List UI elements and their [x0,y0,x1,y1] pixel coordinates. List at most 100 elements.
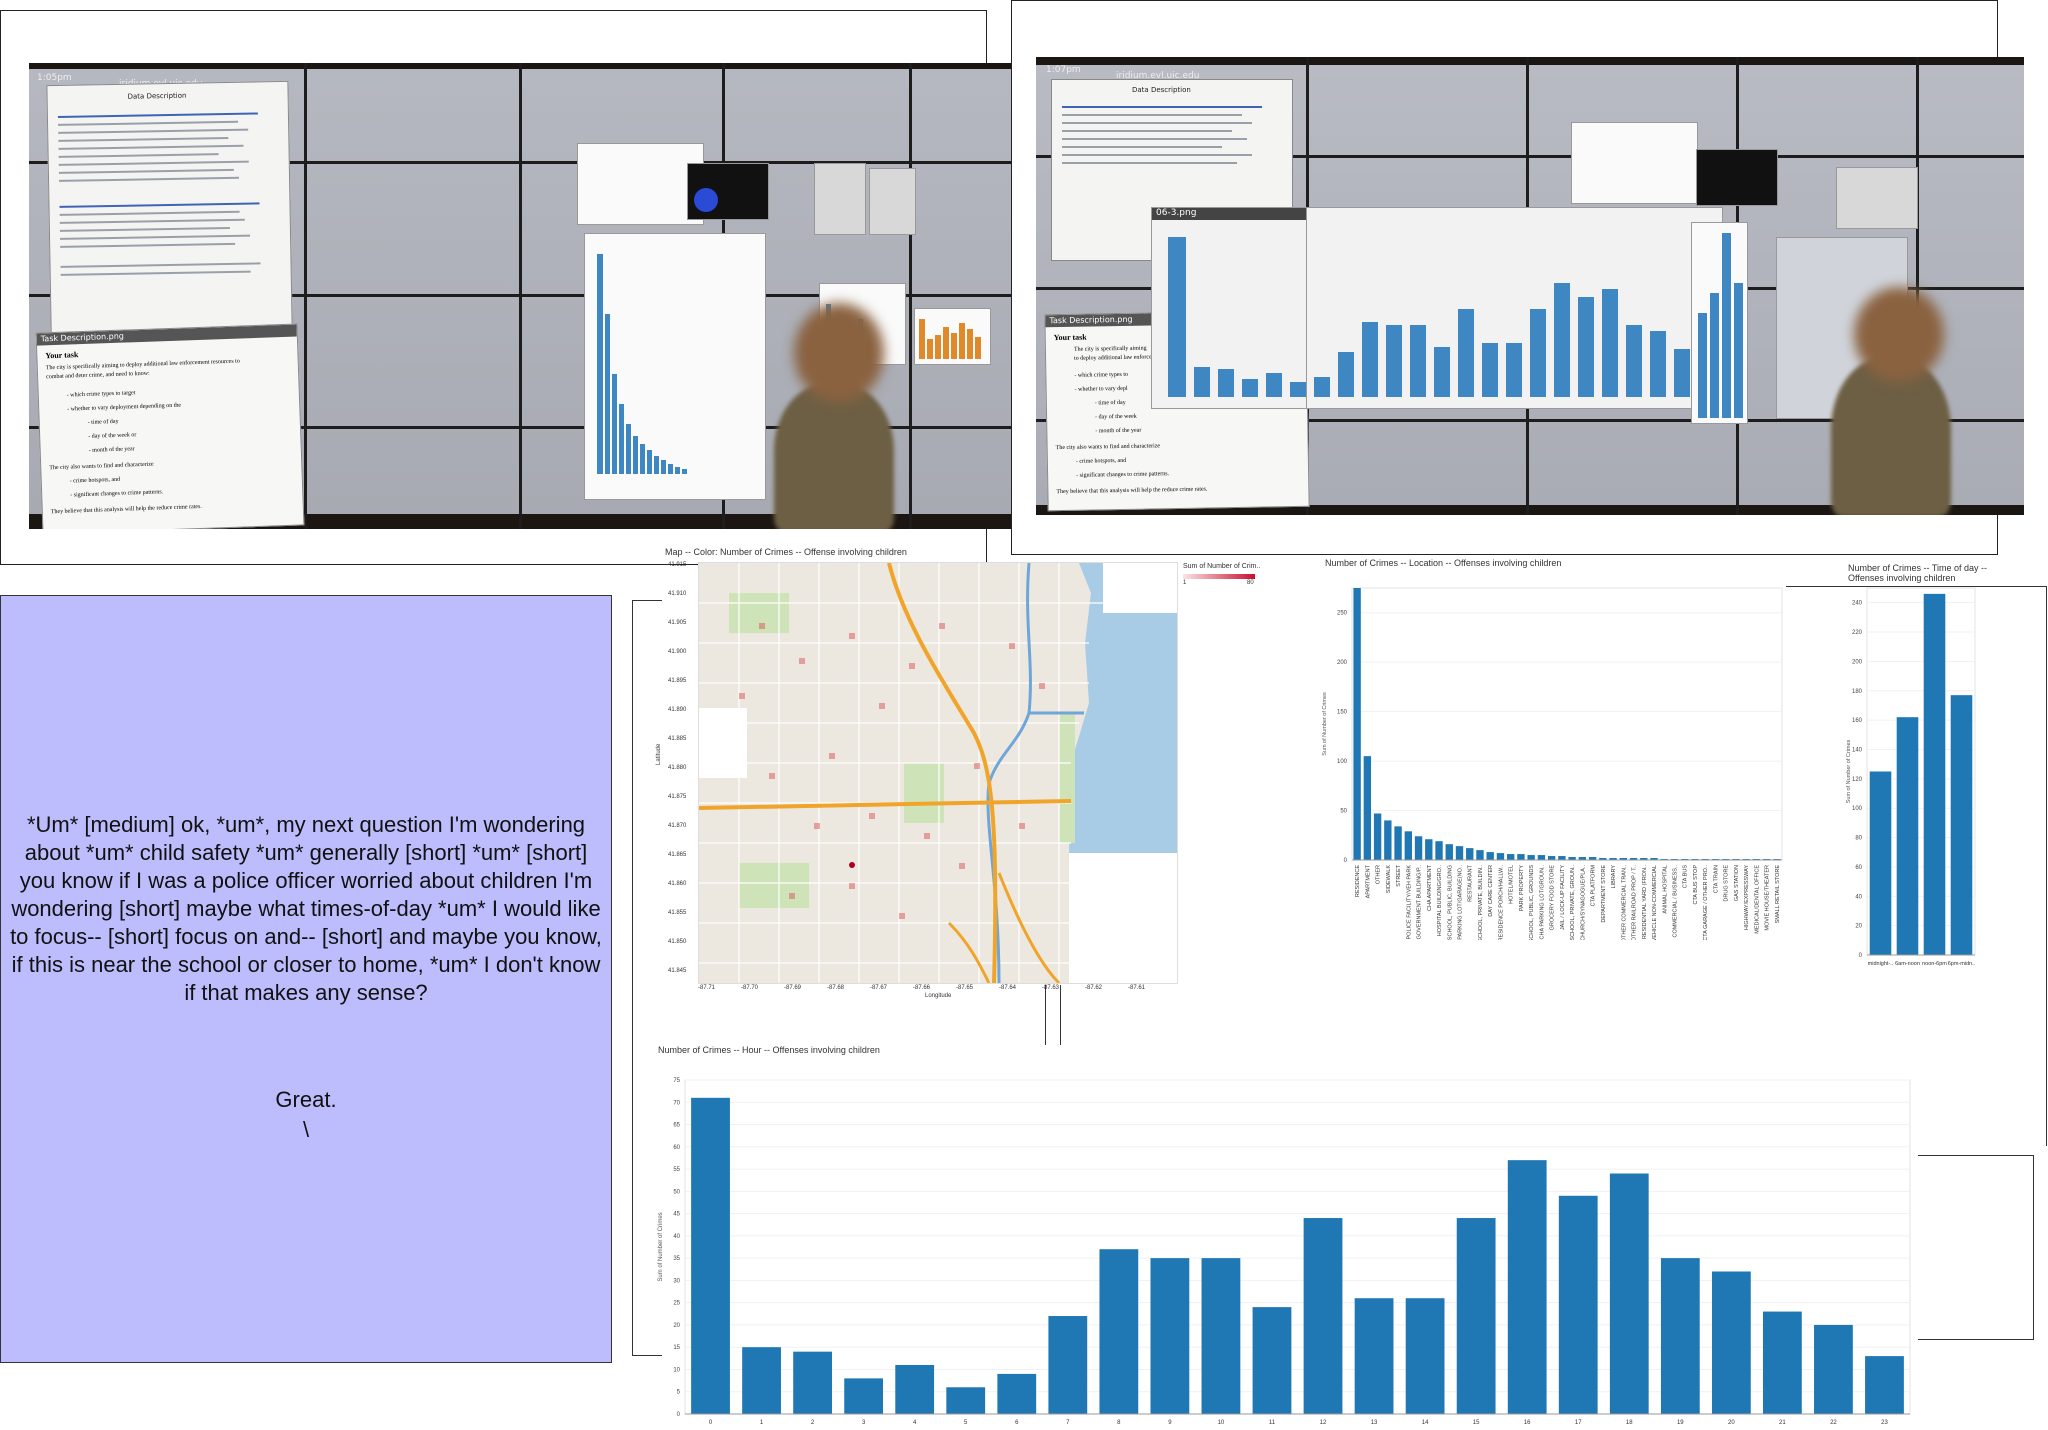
bar-18[interactable] [1609,1173,1649,1414]
y-tick-label: 60 [1855,865,1862,871]
map-ylabel: Latitude [656,743,662,765]
x-tick-label: 9 [1168,1420,1172,1426]
x-tick-label: JAIL / LOCK-UP FACILITY [1560,865,1566,930]
bar-14[interactable] [1405,1298,1445,1414]
transcript-answer: Great. [275,1087,337,1112]
bar-21[interactable] [1763,1311,1802,1414]
questions-panel [1571,122,1698,204]
x-tick-label: 3 [862,1420,866,1426]
x-tick-label: HOSPITAL BUILDING/GRO.. [1437,865,1443,937]
bar-GROCERY FOOD STORE[interactable] [1547,856,1556,860]
y-tick-label: 80 [1855,836,1862,842]
photo-display-wall-left: 1:05pm iridium.evl.uic.edu Data Descript… [29,63,1013,529]
bar-RESIDENCE[interactable] [1353,588,1361,860]
bar-SCHOOL, PRIVATE, BUILDIN..[interactable] [1476,850,1484,860]
connector-frame [632,600,633,1355]
bar-17[interactable] [1558,1195,1598,1414]
bar-8[interactable] [1099,1249,1139,1414]
bar-OTHER[interactable] [1373,813,1382,860]
bar-16[interactable] [1507,1160,1547,1414]
bar-13[interactable] [1354,1298,1394,1414]
bar-10[interactable] [1201,1258,1241,1414]
bar-4[interactable] [895,1365,935,1414]
x-tick-label: CTA PLATFORM [1591,865,1597,907]
x-tick-label: STREET [1396,864,1402,886]
bar-6pm-midn..[interactable] [1950,695,1973,955]
bar-2[interactable] [793,1351,832,1414]
x-tick-label: 8 [1117,1420,1121,1426]
x-tick-label: OTHER COMMERCIAL TRAN.. [1621,865,1627,940]
bar-PARKING LOT/GARAGE(NO..[interactable] [1455,846,1464,860]
bar-midnight-..[interactable] [1869,771,1892,956]
bar-noon-6pm[interactable] [1923,593,1946,955]
bar-HOSPITAL BUILDING/GRO..[interactable] [1435,841,1443,860]
x-tick-label: DEPARTMENT STORE [1601,865,1607,923]
y-tick-label: 5 [677,1390,681,1396]
y-axis-label: Sum of Number of Crimes [658,1212,664,1281]
bar-3[interactable] [844,1378,884,1414]
x-tick-label: 22 [1830,1420,1837,1426]
task-line: - day of the week [1095,413,1137,421]
map-blank-region [699,708,747,778]
bar-RESIDENCE PORCH/HALLW..[interactable] [1496,853,1505,860]
bar-POLICE FACILITY/VEH PARK[interactable] [1404,831,1412,860]
bar-0[interactable] [691,1097,730,1414]
bar-9[interactable] [1150,1258,1190,1414]
x-tick-label: 16 [1524,1420,1531,1426]
bar-DAY CARE CENTER[interactable] [1486,852,1494,860]
bar-6am-noon[interactable] [1896,717,1919,955]
task-heading: Your task [1053,332,1087,343]
map-blank-region [1069,853,1177,983]
transcript-panel: *Um* [medium] ok, *um*, my next question… [0,595,612,1363]
map-legend-min: 1 [1183,580,1187,586]
connector-frame [1918,1339,2034,1340]
bar-20[interactable] [1711,1271,1751,1414]
bar-5[interactable] [946,1387,986,1414]
bar-SIDEWALK[interactable] [1384,820,1392,860]
bar-23[interactable] [1865,1356,1904,1414]
hour-bar-chart[interactable]: 0510152025303540455055606570750 1 2 3 4 5 6 7 8 9… [650,1057,1920,1427]
bar-6[interactable] [997,1373,1037,1414]
x-tick-label: 0 [709,1420,713,1426]
x-tick-label: RESTAURANT [1468,864,1474,902]
x-tick-label: 14 [1422,1420,1429,1426]
bar-PARK PROPERTY[interactable] [1517,854,1525,860]
task-line: combat and deter crime, and need to know… [46,370,150,381]
bar-7[interactable] [1048,1316,1088,1414]
x-tick-label: MEDICAL/DENTAL OFFICE [1754,865,1760,934]
bar-CHA APARTMENT[interactable] [1425,839,1433,860]
x-tick-label: 5 [964,1420,968,1426]
location-bar-chart[interactable]: 0 50 100 150 200 250 RESIDENCE APARTMENT OTHER SI… [1318,570,1788,940]
bar-1[interactable] [742,1347,781,1414]
doc-title: Data Description [127,91,187,101]
bar-STREET[interactable] [1394,826,1402,860]
bar-11[interactable] [1252,1307,1292,1414]
y-tick-label: 35 [673,1256,680,1262]
x-tick-label: SCHOOL, PRIVATE, BUILDIN.. [1478,865,1484,940]
bar-GOVERNMENT BUILDING/P..[interactable] [1414,836,1423,860]
bar-15[interactable] [1456,1218,1496,1414]
y-axis-label: Sum of Number of Crimes [1322,692,1328,756]
bar-19[interactable] [1660,1258,1700,1414]
bar-APARTMENT[interactable] [1363,756,1372,860]
y-tick-label: 250 [1337,611,1348,617]
lon-tick: -87.61 [1128,985,1146,991]
bar-SCHOOL, PUBLIC, BUILDING[interactable] [1445,844,1453,860]
x-tick-label: 10 [1218,1420,1225,1426]
bar-22[interactable] [1814,1324,1853,1414]
crime-map[interactable] [698,562,1178,984]
bar-12[interactable] [1303,1218,1343,1414]
bar-JAIL / LOCK-UP FACILITY[interactable] [1558,856,1566,860]
y-tick-label: 0 [1859,953,1863,959]
x-tick-label: ANIMAL HOSPITAL [1662,865,1668,914]
bar-HOTEL/MOTEL[interactable] [1507,854,1515,860]
map-legend-title: Sum of Number of Crim.. [1183,563,1261,570]
bar-CHA PARKING LOT/GROUN..[interactable] [1537,855,1546,860]
doc-title: Data Description [1132,86,1191,94]
bar-SCHOOL, PUBLIC, GROUNDS[interactable] [1527,855,1535,860]
projected-chart-bars [597,254,687,474]
timeofday-bar-chart[interactable]: 0 20 40 60 80 100 120 140 160 180 200 220 240 midnigh… [1840,583,1980,968]
map-legend-gradient [1183,574,1255,579]
bar-RESTAURANT[interactable] [1466,848,1474,860]
lat-tick: 41.865 [668,852,687,858]
